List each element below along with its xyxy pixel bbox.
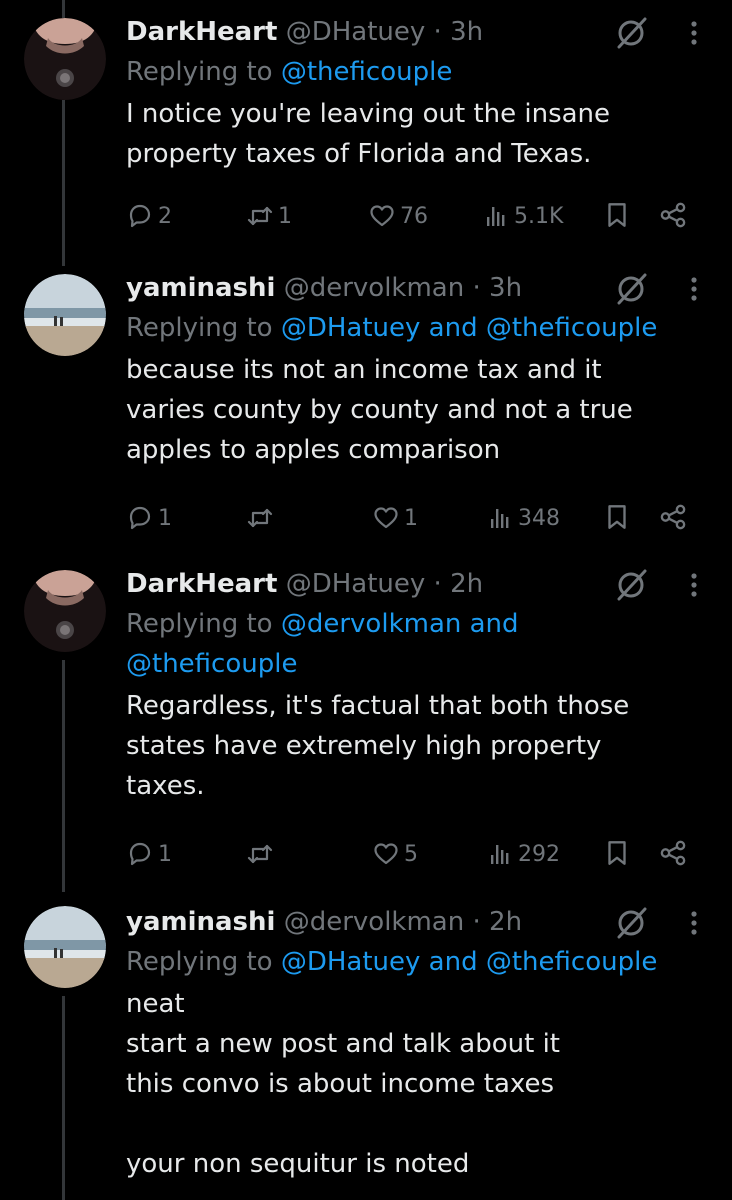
repost-button[interactable] [246, 836, 278, 872]
avatar[interactable] [24, 274, 106, 356]
replying-to: Replying to @theficouple [126, 52, 704, 92]
avatar-image-yaminashi [24, 274, 106, 356]
reply-count: 1 [158, 505, 172, 531]
reply-button[interactable]: 2 [126, 198, 172, 234]
timestamp[interactable]: 2h [489, 907, 522, 937]
repost-icon [247, 206, 273, 226]
view-count: 5.1K [514, 203, 564, 229]
share-icon[interactable] [658, 200, 688, 230]
reply-icon [129, 204, 151, 228]
like-button[interactable]: 5 [372, 836, 418, 872]
display-name[interactable]: yaminashi [126, 907, 275, 937]
avatar[interactable] [24, 18, 106, 100]
replying-to-label: Replying to [126, 609, 273, 639]
like-count: 5 [404, 841, 418, 867]
replying-to-label: Replying to [126, 947, 273, 977]
grok-icon[interactable] [614, 906, 648, 940]
display-name[interactable]: yaminashi [126, 273, 275, 303]
more-icon[interactable] [684, 272, 704, 306]
view-count: 292 [518, 841, 560, 867]
replying-to: Replying to @DHatuey and @theficouple [126, 308, 704, 348]
replying-to-label: Replying to [126, 313, 273, 343]
display-name[interactable]: DarkHeart [126, 17, 277, 47]
heart-icon [374, 507, 398, 529]
avatar-image-darkheart [24, 18, 106, 100]
like-count: 1 [404, 505, 418, 531]
tweet-text: I notice you're leaving out the insane p… [126, 99, 611, 169]
reply-thread: DarkHeart @DHatuey · 3h Replying to @the… [0, 0, 732, 1200]
share-icon[interactable] [658, 838, 688, 868]
reply-button[interactable]: 1 [126, 500, 172, 536]
repost-button[interactable]: 1 [246, 198, 292, 234]
grok-icon[interactable] [614, 272, 648, 306]
grok-icon[interactable] [614, 16, 648, 50]
user-handle[interactable]: @DHatuey [286, 17, 426, 47]
replying-to: Replying to @DHatuey and @theficouple [126, 942, 704, 982]
like-count: 76 [400, 203, 428, 229]
replying-to: Replying to @dervolkman and @theficouple [126, 604, 704, 684]
reply-icon [129, 842, 151, 866]
replying-to-label: Replying to [126, 57, 273, 87]
avatar[interactable] [24, 906, 106, 988]
more-icon[interactable] [684, 906, 704, 940]
views-icon [491, 509, 509, 528]
replying-to-link[interactable]: @DHatuey and @theficouple [281, 313, 657, 343]
more-icon[interactable] [684, 16, 704, 50]
tweet[interactable]: DarkHeart @DHatuey · 2h Replying to @der… [0, 562, 732, 892]
repost-button[interactable] [246, 500, 278, 536]
timestamp[interactable]: 2h [450, 569, 483, 599]
action-bar: 2 1 76 5.1K [126, 198, 704, 234]
more-icon[interactable] [684, 568, 704, 602]
action-bar: 1 1 348 [126, 500, 704, 536]
like-button[interactable]: 76 [368, 198, 428, 234]
view-count: 348 [518, 505, 560, 531]
avatar[interactable] [24, 570, 106, 652]
share-icon[interactable] [658, 502, 688, 532]
repost-icon [247, 844, 273, 864]
user-handle[interactable]: @DHatuey [286, 569, 426, 599]
separator-dot: · [433, 17, 442, 47]
tweet-text: neat start a new post and talk about it … [126, 989, 560, 1179]
tweet[interactable]: yaminashi @dervolkman · 3h Replying to @… [0, 266, 732, 560]
bookmark-icon[interactable] [602, 838, 632, 868]
views-icon [491, 845, 509, 864]
user-handle[interactable]: @dervolkman [284, 907, 465, 937]
reply-button[interactable]: 1 [126, 836, 172, 872]
views-button[interactable]: 5.1K [482, 198, 563, 234]
separator-dot: · [472, 273, 481, 303]
views-button[interactable]: 292 [486, 836, 560, 872]
avatar-image-yaminashi [24, 906, 106, 988]
tweet-text: Regardless, it's factual that both those… [126, 691, 630, 801]
reply-count: 2 [158, 203, 172, 229]
separator-dot: · [472, 907, 481, 937]
heart-icon [374, 843, 398, 865]
grok-icon[interactable] [614, 568, 648, 602]
bookmark-icon[interactable] [602, 502, 632, 532]
reply-icon [129, 506, 151, 530]
like-button[interactable]: 1 [372, 500, 418, 536]
timestamp[interactable]: 3h [450, 17, 483, 47]
reply-count: 1 [158, 841, 172, 867]
tweet[interactable]: yaminashi @dervolkman · 2h Replying to @… [0, 900, 732, 1200]
display-name[interactable]: DarkHeart [126, 569, 277, 599]
thread-line [62, 996, 65, 1200]
replying-to-link[interactable]: @DHatuey and @theficouple [281, 947, 657, 977]
replying-to-link[interactable]: @theficouple [281, 57, 452, 87]
views-button[interactable]: 348 [486, 500, 560, 536]
repost-count: 1 [278, 203, 292, 229]
separator-dot: · [433, 569, 442, 599]
avatar-image-darkheart [24, 570, 106, 652]
thread-line [62, 660, 65, 892]
bookmark-icon[interactable] [602, 200, 632, 230]
heart-icon [370, 205, 394, 227]
tweet-text: because its not an income tax and it var… [126, 355, 633, 465]
user-handle[interactable]: @dervolkman [284, 273, 465, 303]
views-icon [487, 207, 505, 226]
action-bar: 1 5 292 [126, 836, 704, 872]
timestamp[interactable]: 3h [489, 273, 522, 303]
repost-icon [247, 508, 273, 528]
tweet[interactable]: DarkHeart @DHatuey · 3h Replying to @the… [0, 10, 732, 260]
